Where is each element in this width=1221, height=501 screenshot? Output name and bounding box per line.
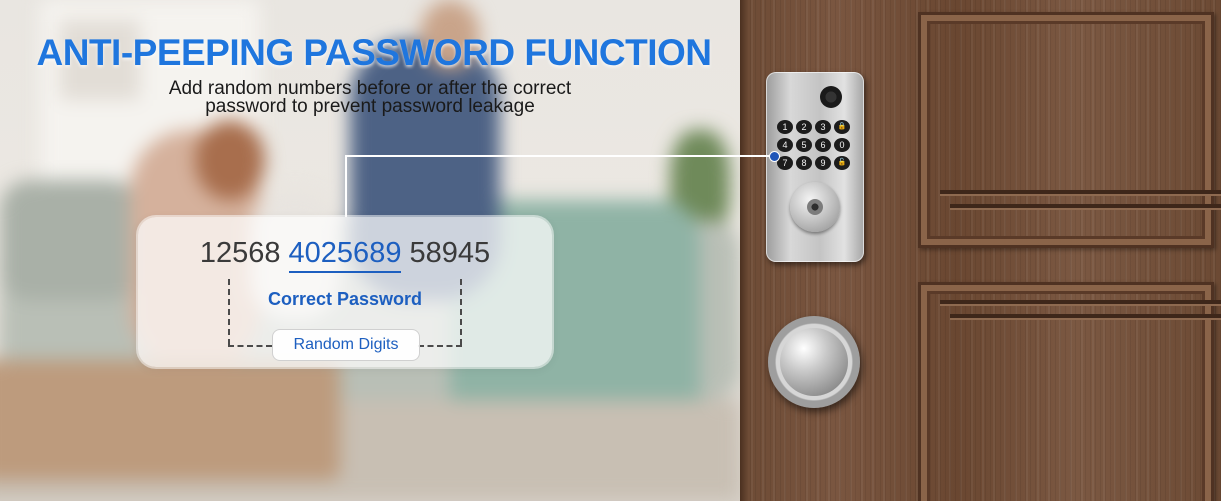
keypad-key: 8 [796, 156, 812, 170]
keyhole-icon [807, 199, 823, 215]
unlock-key-icon: 🔓 [834, 156, 850, 170]
door-upper-panel [918, 12, 1214, 248]
dashed-bracket-bottom-right [418, 345, 462, 347]
correct-password-label: Correct Password [267, 289, 423, 309]
dashed-bracket-bottom-left [228, 345, 272, 347]
keypad-key: 2 [796, 120, 812, 134]
callout-dot [769, 151, 780, 162]
correct-password-digits: 4025689 [288, 237, 402, 273]
keypad-key: 0 [834, 138, 850, 152]
keypad-key: 4 [777, 138, 793, 152]
random-digits-label: Random Digits [272, 329, 420, 361]
callout-line-horizontal [345, 155, 774, 157]
headline-subtitle: Add random numbers before or after the c… [110, 79, 630, 117]
dashed-bracket-right [460, 279, 462, 345]
keypad-key: 5 [796, 138, 812, 152]
keypad-key: 1 [777, 120, 793, 134]
password-example-card: 12568 4025689 58945 Correct Password Ran… [138, 217, 552, 367]
product-banner: 1 2 3 🔒 4 5 6 0 7 8 9 🔓 ANTI-PEEPING PAS… [0, 0, 1221, 501]
subtitle-line-2: password to prevent password leakage [205, 96, 535, 117]
dashed-bracket-left [228, 279, 230, 345]
smart-deadbolt-lock: 1 2 3 🔒 4 5 6 0 7 8 9 🔓 [766, 72, 864, 262]
random-prefix-digits: 12568 [199, 237, 281, 269]
keypad-key: 6 [815, 138, 831, 152]
headline-title: ANTI-PEEPING PASSWORD FUNCTION [36, 32, 713, 73]
random-suffix-digits: 58945 [409, 237, 491, 269]
keypad-key: 3 [815, 120, 831, 134]
door-knob [768, 316, 860, 408]
lock-key-icon: 🔒 [834, 120, 850, 134]
keypad-key: 9 [815, 156, 831, 170]
password-sequence: 12568 4025689 58945 [138, 237, 552, 273]
keypad: 1 2 3 🔒 4 5 6 0 7 8 9 🔓 [777, 120, 850, 170]
key-cylinder [790, 182, 840, 232]
fingerprint-sensor-icon [820, 86, 842, 108]
callout-line-vertical [345, 155, 347, 217]
